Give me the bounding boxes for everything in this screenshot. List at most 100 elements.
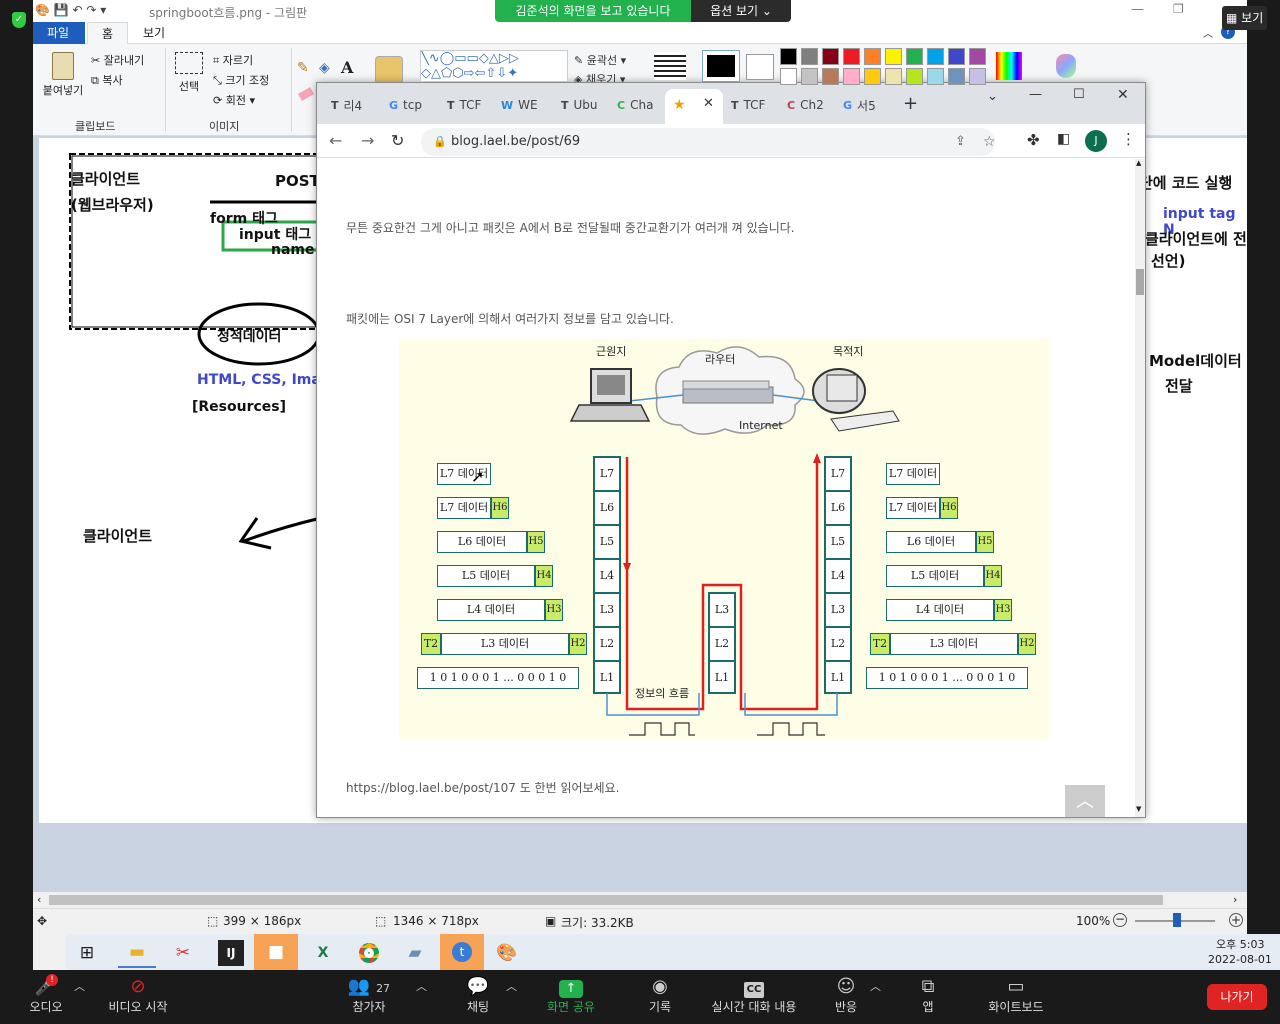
scroll-to-top-button[interactable]: ︿ [1065, 785, 1105, 817]
address-bar[interactable]: 🔒 blog.lael.be/post/69 ⇪ ☆ [421, 128, 996, 156]
scroll-thumb[interactable] [49, 895, 1163, 905]
scroll-up-icon[interactable]: ▲ [1136, 159, 1141, 167]
new-tab-icon[interactable]: + [903, 93, 918, 114]
shapes-gallery[interactable]: ╲∿◯▭▭◇△▷▷ ◇△⬠⬡⇨⇦⇧⇩✦ [420, 50, 568, 82]
palette-swatch[interactable] [906, 48, 923, 65]
scroll-right-icon[interactable]: › [1233, 893, 1237, 906]
minimize-icon[interactable]: — [1029, 87, 1042, 102]
reactions-chevron[interactable]: ︿ [870, 978, 881, 994]
quick-access-icons[interactable]: 🎨 💾 ↶ ↷ ▾ [35, 3, 106, 17]
cut-button[interactable]: ✂ 잘라내기 [91, 52, 144, 68]
scroll-left-icon[interactable]: ‹ [37, 893, 41, 906]
chrome-tab[interactable]: C Ch2 [787, 91, 831, 119]
copy-button[interactable]: ⧉ 복사 [91, 72, 123, 88]
t-app-icon[interactable]: t [440, 934, 484, 970]
paint-app-icon[interactable]: 🎨 [488, 938, 526, 968]
color-1-swatch[interactable] [702, 50, 740, 82]
tab-home[interactable]: 홈 [87, 22, 129, 44]
palette-swatch[interactable] [885, 68, 902, 85]
rotate-button[interactable]: ⟳ 회전 ▾ [213, 92, 255, 108]
palette-swatch[interactable] [906, 68, 923, 85]
palette-swatch[interactable] [969, 68, 986, 85]
scroll-down-icon[interactable]: ▼ [1136, 805, 1141, 813]
outline-dropdown[interactable]: ✎ 윤곽선 ▾ [574, 52, 626, 68]
participants-button[interactable]: 👥 27 참가자 [344, 976, 394, 1015]
forward-icon[interactable]: → [361, 131, 374, 150]
clock-time[interactable]: 오후 5:03 [1216, 936, 1264, 952]
zoom-out-icon[interactable]: − [1113, 913, 1127, 927]
palette-swatch[interactable] [780, 68, 797, 85]
tab-search-icon[interactable]: ⌄ [987, 89, 998, 104]
brushes-icon[interactable] [375, 56, 403, 84]
page-scrollbar[interactable]: ▲ ▼ [1135, 159, 1145, 817]
windows-start-icon[interactable]: ⊞ [68, 938, 106, 968]
fill-dropdown[interactable]: ◈ 채우기 ▾ [574, 71, 625, 82]
chrome-tab[interactable]: G 서5 [843, 91, 887, 119]
palette-swatch[interactable] [780, 48, 797, 65]
reload-icon[interactable]: ↻ [391, 131, 404, 150]
extensions-icon[interactable]: ✤ [1027, 131, 1040, 149]
chat-button[interactable]: 💬 채팅 [460, 976, 496, 1015]
post-link[interactable]: https://blog.lael.be/post/107 [346, 781, 516, 795]
side-panel-icon[interactable]: ◧ [1057, 131, 1070, 147]
restore-icon[interactable]: ❐ [1173, 2, 1184, 16]
chat-chevron[interactable]: ︿ [506, 978, 517, 994]
palette-swatch[interactable] [801, 48, 818, 65]
chrome-tab[interactable]: T TCF [731, 91, 775, 119]
palette-swatch[interactable] [885, 48, 902, 65]
crop-button[interactable]: ⌗ 자르기 [213, 52, 253, 68]
chrome-tab[interactable]: Gtcp [389, 91, 433, 119]
minimize-icon[interactable]: — [1131, 2, 1144, 17]
pencil-icon[interactable]: ✎ [297, 60, 309, 76]
palette-swatch[interactable] [969, 48, 986, 65]
maximize-icon[interactable]: ☐ [1073, 87, 1085, 102]
apps-button[interactable]: ⧉ 앱 [908, 976, 948, 1015]
zoom-slider-thumb[interactable] [1173, 913, 1181, 927]
participants-chevron[interactable]: ︿ [416, 978, 427, 994]
palette-swatch[interactable] [948, 68, 965, 85]
eraser-icon[interactable] [297, 87, 315, 101]
share-screen-button[interactable]: ↑ 화면 공유 [541, 976, 601, 1015]
close-window-icon[interactable]: ✕ [1117, 87, 1129, 103]
palette-swatch[interactable] [927, 68, 944, 85]
select-button[interactable]: 선택 [173, 52, 205, 94]
palette-swatch[interactable] [801, 68, 818, 85]
paint3d-icon[interactable] [1056, 54, 1076, 78]
excel-icon[interactable]: X [304, 938, 342, 968]
palette-swatch[interactable] [843, 68, 860, 85]
zoom-app-icon[interactable]: ■ [254, 934, 298, 970]
whiteboard-button[interactable]: ▭ 화이트보드 [978, 976, 1054, 1015]
size-lines-icon[interactable] [654, 52, 686, 80]
bookmark-star-icon[interactable]: ☆ [983, 128, 996, 156]
close-tab-icon[interactable]: ✕ [703, 96, 714, 111]
video-button[interactable]: ⊘ 비디오 시작 [100, 976, 176, 1015]
captions-button[interactable]: CC 실시간 대화 내용 [704, 976, 804, 1015]
text-tool-icon[interactable]: A [341, 58, 353, 77]
audio-options-chevron[interactable]: ︿ [74, 978, 85, 994]
security-shield-icon[interactable]: ✓ [12, 12, 26, 28]
record-button[interactable]: ◉ 기록 [640, 976, 680, 1015]
zoom-view-button[interactable]: ▦ 보기 [1222, 6, 1268, 30]
tab-view[interactable]: 보기 [129, 22, 179, 44]
color-2-swatch[interactable] [746, 54, 774, 80]
palette-swatch[interactable] [948, 48, 965, 65]
back-icon[interactable]: ← [329, 131, 342, 150]
palette-swatch[interactable] [822, 68, 839, 85]
chrome-tab[interactable]: T TCF [447, 91, 491, 119]
paste-button[interactable]: 붙여넣기 [39, 50, 87, 106]
chrome-tab[interactable]: T 리4 [331, 91, 375, 119]
profile-avatar[interactable]: J [1085, 130, 1107, 152]
palette-swatch[interactable] [843, 48, 860, 65]
chrome-active-tab[interactable]: ★ ✕ [665, 89, 723, 124]
palette-swatch[interactable] [927, 48, 944, 65]
chrome-tab[interactable]: W WE [501, 91, 545, 119]
file-explorer-icon[interactable]: ▬ [118, 938, 156, 968]
share-icon[interactable]: ⇪ [955, 128, 966, 156]
app-icon[interactable]: ▰ [396, 938, 434, 968]
zoom-in-icon[interactable]: + [1229, 913, 1243, 927]
palette-swatch[interactable] [864, 68, 881, 85]
clock-date[interactable]: 2022-08-01 [1208, 953, 1272, 966]
chrome-tab[interactable]: T Ubu [561, 91, 605, 119]
page-scroll-thumb[interactable] [1136, 269, 1144, 295]
palette-swatch[interactable] [864, 48, 881, 65]
